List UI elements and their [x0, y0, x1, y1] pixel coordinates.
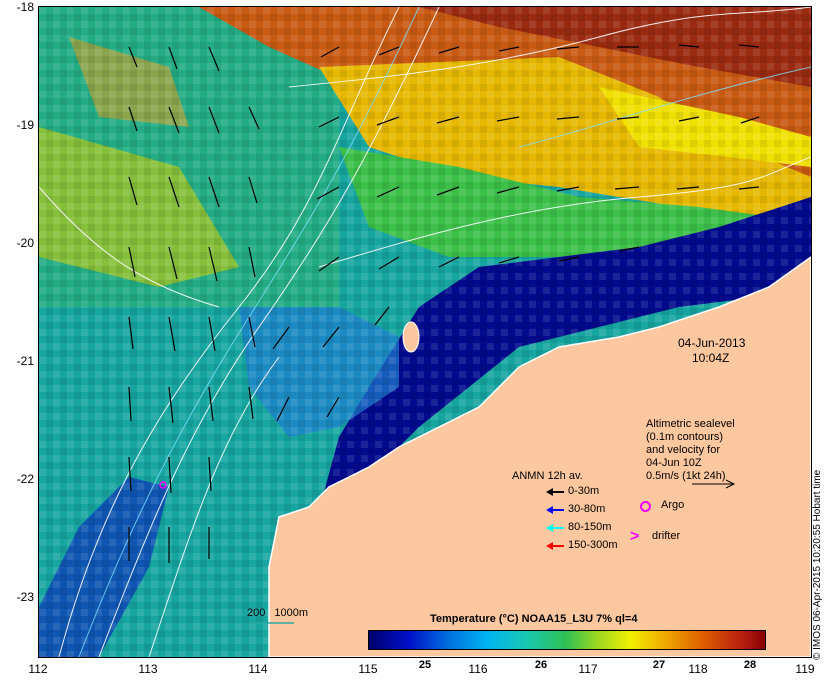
altimetric-line: 04-Jun 10Z	[646, 457, 702, 469]
map-panel	[38, 6, 812, 658]
argo-legend-icon	[640, 501, 651, 512]
anmn-depth-label: 30-80m	[568, 503, 606, 515]
x-tick-label: 114	[248, 662, 268, 676]
colorbar-tick: 25	[418, 659, 432, 671]
y-tick-label: -19	[16, 118, 34, 132]
altimetric-line: (0.1m contours)	[646, 431, 724, 443]
y-tick-label: -22	[16, 472, 34, 486]
argo-legend-label: Argo	[661, 499, 685, 511]
drifter-legend-label: drifter	[652, 530, 681, 542]
colorbar-title: Temperature (°C) NOAA15_L3U 7% ql=4	[430, 613, 638, 625]
anmn-legend-title: ANMN 12h av.	[512, 470, 583, 482]
x-tick-label: 117	[578, 662, 598, 676]
x-tick-label: 113	[138, 662, 158, 676]
x-tick-label: 118	[688, 662, 708, 676]
anmn-depth-label: 0-30m	[568, 485, 600, 497]
anmn-arrow-80-150	[546, 524, 564, 532]
y-tick-label: -18	[16, 0, 34, 14]
map-date: 04-Jun-2013	[678, 336, 746, 350]
anmn-arrow-0-30	[546, 488, 564, 496]
colorbar-tick: 26	[534, 659, 548, 671]
drifter-legend-icon: >	[630, 528, 640, 545]
anmn-arrow-30-80	[546, 506, 564, 514]
colorbar	[368, 630, 766, 650]
altimetric-note: Altimetric sealevel (0.1m contours) and …	[646, 418, 735, 483]
depth-scale-label: 200 1000m	[247, 607, 309, 619]
x-tick-label: 116	[468, 662, 488, 676]
y-tick-label: -21	[16, 354, 34, 368]
y-tick-label: -23	[16, 590, 34, 604]
colorbar-tick: 27	[652, 659, 666, 671]
anmn-depth-label: 80-150m	[568, 521, 612, 533]
anmn-arrow-150-300	[546, 542, 564, 550]
map-time: 10:04Z	[692, 351, 730, 365]
x-tick-label: 112	[28, 662, 48, 676]
x-tick-label: 115	[358, 662, 378, 676]
x-tick-label: 119	[795, 662, 815, 676]
sst-field	[39, 7, 811, 657]
y-tick-label: -20	[16, 236, 34, 250]
colorbar-tick: 28	[743, 659, 757, 671]
altimetric-line: Altimetric sealevel	[646, 418, 735, 430]
imos-credit: © IMOS 06-Apr-2015 10:20:55 Hobart time	[812, 469, 823, 660]
velocity-scale-arrow	[692, 479, 736, 489]
altimetric-line: and velocity for	[646, 444, 720, 456]
anmn-depth-label: 150-300m	[568, 539, 618, 551]
